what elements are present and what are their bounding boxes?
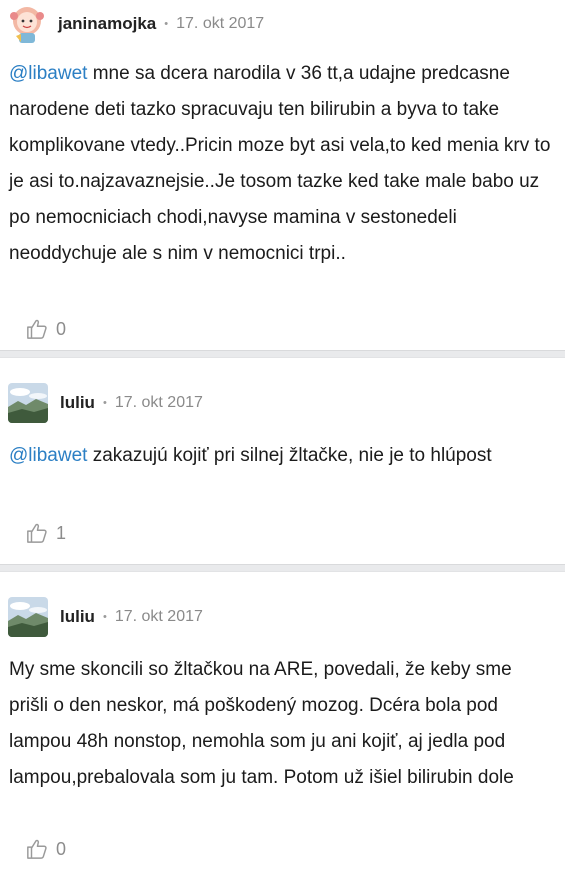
like-count: 0: [56, 318, 67, 339]
comment-date: 17. okt 2017: [176, 15, 265, 32]
author-name[interactable]: luliu: [60, 607, 95, 627]
comment-text: @libawet zakazujú kojiť pri silnej žltač…: [9, 438, 555, 474]
user-mention-link[interactable]: @libawet: [9, 63, 87, 84]
comment-header: luliu • 17. okt 2017: [8, 597, 203, 637]
comment-3: luliu • 17. okt 2017 My sme skoncili so …: [0, 572, 565, 872]
comment-body-text: mne sa dcera narodila v 36 tt,a udajne p…: [9, 63, 551, 264]
comment-body-text: My sme skoncili so žltačkou na ARE, pove…: [9, 659, 514, 788]
comment-date: 17. okt 2017: [114, 608, 203, 625]
like-button[interactable]: 0: [26, 838, 66, 860]
like-button[interactable]: 1: [26, 522, 66, 544]
comment-header: luliu • 17. okt 2017: [8, 383, 203, 423]
like-count: 1: [56, 522, 67, 543]
comment-divider: [0, 564, 565, 572]
comment-date: 17. okt 2017: [114, 394, 203, 411]
landscape-photo-avatar[interactable]: [8, 597, 48, 637]
meta-separator: •: [102, 397, 107, 409]
comment-header: janinamojka • 17. okt 2017: [8, 4, 264, 44]
landscape-photo-avatar[interactable]: [8, 383, 48, 423]
meta-separator: •: [164, 18, 169, 30]
comment-text: @libawet mne sa dcera narodila v 36 tt,a…: [9, 56, 555, 272]
cartoon-girl-avatar[interactable]: [8, 4, 46, 44]
comment-text: My sme skoncili so žltačkou na ARE, pove…: [9, 652, 555, 796]
author-name[interactable]: luliu: [60, 393, 95, 413]
comment-divider: [0, 350, 565, 358]
thumbs-up-icon: [27, 523, 47, 543]
user-mention-link[interactable]: @libawet: [9, 445, 87, 466]
comment-2: luliu • 17. okt 2017 @libawet zakazujú k…: [0, 358, 565, 564]
comment-body-text: zakazujú kojiť pri silnej žltačke, nie j…: [87, 445, 492, 466]
meta-separator: •: [102, 611, 107, 623]
like-button[interactable]: 0: [26, 318, 66, 340]
like-count: 0: [56, 838, 67, 859]
thumbs-up-icon: [27, 839, 47, 859]
author-name[interactable]: janinamojka: [58, 14, 156, 34]
comment-1: janinamojka • 17. okt 2017 @libawet mne …: [0, 0, 565, 350]
thumbs-up-icon: [27, 319, 47, 339]
